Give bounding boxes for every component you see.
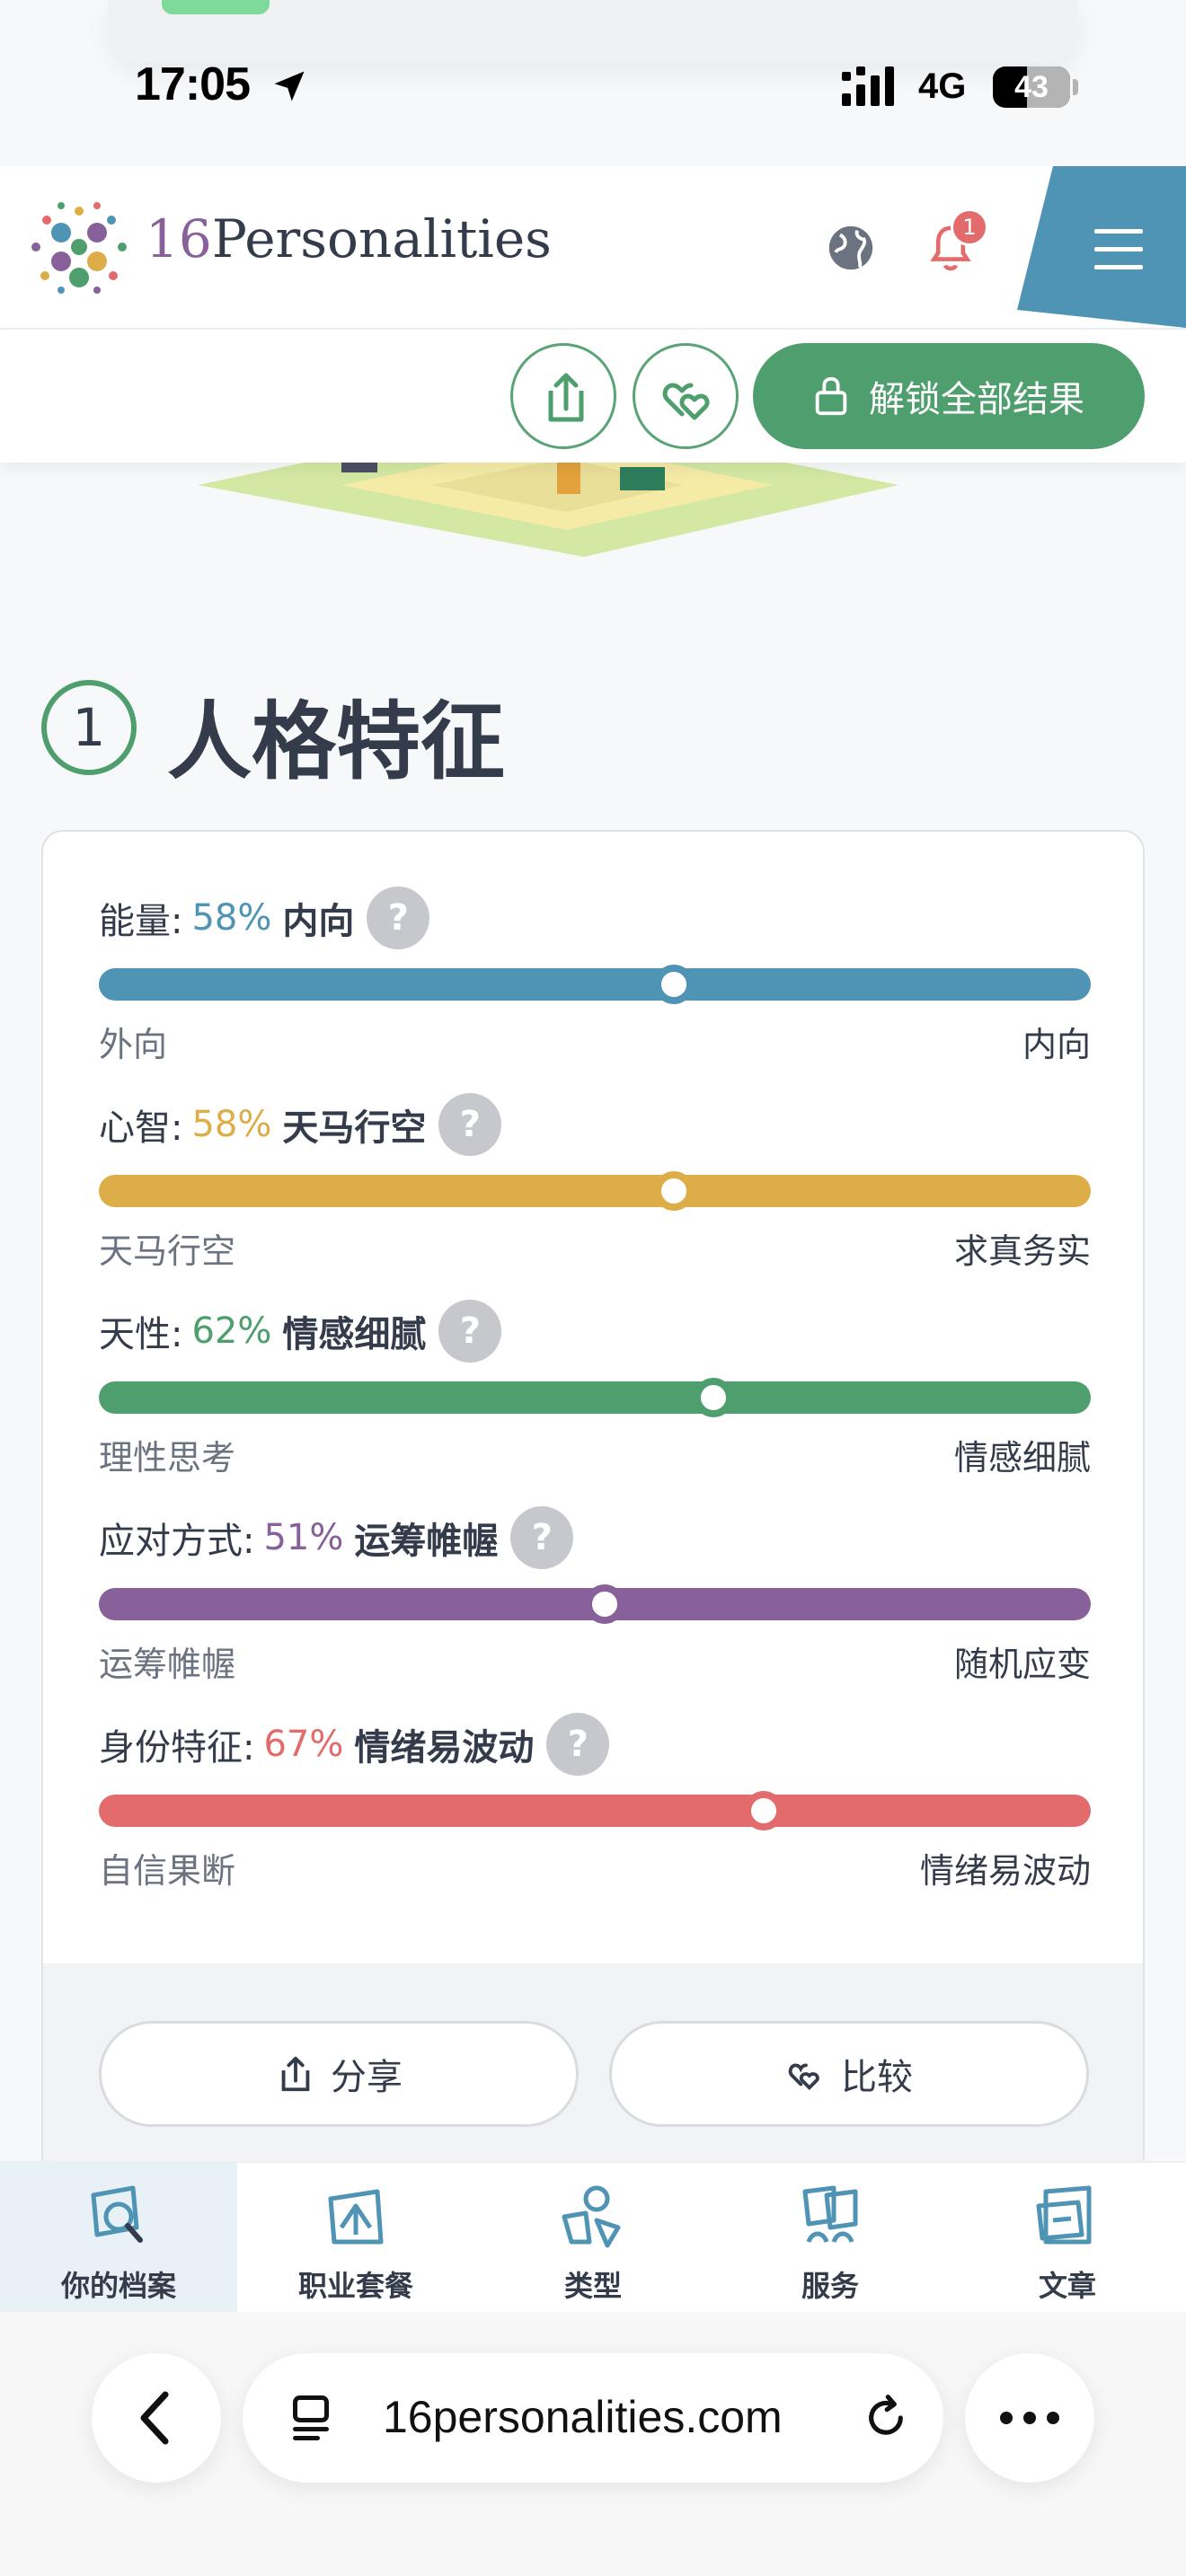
trait-heading: 能量: 58% 内向 ? [99,886,430,950]
tab-overview-icon[interactable] [284,2391,338,2445]
browser-back-button[interactable] [92,2353,221,2483]
trait-knob [654,1171,695,1211]
trait-percent: 58% [191,897,272,939]
section-number: 1 [41,680,137,775]
trait-heading: 应对方式: 51% 运筹帷幄 ? [99,1505,574,1570]
help-icon[interactable]: ? [438,1300,502,1363]
browser-more-button[interactable] [965,2353,1094,2483]
share-button[interactable] [510,343,616,449]
trait-name: 身份特征: [99,1727,255,1769]
trait-right-label: 求真务实 [953,1231,1091,1271]
card-compare-button[interactable]: 比较 [609,2021,1089,2127]
trait-knob [585,1584,625,1624]
trait-side: 天马行空 [282,1107,427,1149]
compare-label: 比较 [841,2057,913,2098]
battery-level: 43 [1014,70,1049,104]
url-text: 16personalities.com [383,2392,783,2442]
site-logo[interactable]: 16Personalities [146,208,552,269]
network-type: 4G [918,66,967,106]
trait-name: 天性: [99,1314,183,1355]
share-label: 分享 [331,2057,403,2098]
signal-icon [842,66,894,106]
trait-knob [743,1791,783,1831]
trait-percent: 67% [263,1724,344,1765]
hearts-icon [662,383,710,420]
status-time: 17:05 [135,58,251,110]
location-arrow-icon [274,71,305,101]
unlock-all-results-button[interactable]: 解锁全部结果 [753,343,1145,449]
more-dots-icon [1000,2412,1059,2424]
trait-heading: 心智: 58% 天马行空 ? [99,1092,502,1157]
trait-right-label: 随机应变 [953,1645,1091,1684]
trait-bar [99,968,1091,1001]
notification-badge: 1 [951,208,988,246]
trait-left-label: 理性思考 [99,1438,236,1478]
services-icon [802,2185,858,2244]
unlock-label: 解锁全部结果 [869,379,1084,420]
trait-heading: 身份特征: 67% 情绪易波动 ? [99,1712,610,1777]
trait-name: 应对方式: [99,1521,255,1562]
trait-name: 能量: [99,901,183,942]
reload-icon[interactable] [861,2393,911,2443]
help-icon[interactable]: ? [438,1093,502,1156]
trait-right-label: 情绪易波动 [919,1851,1091,1891]
logo-mark-icon[interactable] [25,193,133,301]
nav-item-articles[interactable]: 文章 [949,2163,1186,2314]
trait-side: 情感细腻 [282,1314,427,1355]
battery-icon: 43 [993,66,1070,108]
trait-percent: 62% [191,1310,272,1352]
trait-right-label: 情感细腻 [953,1438,1091,1478]
trait-heading: 天性: 62% 情感细腻 ? [99,1299,502,1363]
trait-bar [99,1795,1091,1827]
trait-left-label: 运筹帷幄 [99,1645,236,1684]
card-share-button[interactable]: 分享 [99,2021,579,2127]
trait-percent: 51% [263,1517,344,1558]
status-bar: 17:05 4G 43 [0,0,1186,162]
career-icon [328,2189,384,2245]
nav-item-types[interactable]: 类型 [474,2163,712,2314]
trait-left-label: 天马行空 [99,1231,236,1271]
lock-icon [815,376,847,416]
nav-item-profile[interactable]: 你的档案 [0,2163,237,2314]
chevron-left-icon [140,2391,169,2445]
trait-side: 情绪易波动 [354,1727,535,1769]
compare-button[interactable] [633,343,739,449]
help-icon[interactable]: ? [510,1506,574,1569]
share-icon [281,2056,310,2092]
trait-side: 运筹帷幄 [354,1521,499,1562]
bottom-navigation: 你的档案 职业套餐 类型 服务 文章 [0,2161,1186,2314]
address-bar[interactable]: 16personalities.com [243,2353,943,2483]
nav-item-career[interactable]: 职业套餐 [237,2163,474,2314]
trait-knob [654,965,695,1004]
types-icon [562,2185,621,2248]
globe-icon[interactable] [825,222,877,274]
trait-left-label: 自信果断 [99,1851,236,1891]
traits-card: 能量: 58% 内向 ? 外向 内向 心智: 58% 天马行空 ? 天马行空 求… [41,830,1145,2177]
share-icon [548,373,584,422]
trait-left-label: 外向 [99,1025,168,1064]
nav-item-services[interactable]: 服务 [712,2163,949,2314]
trait-side: 内向 [282,901,355,942]
trait-bar [99,1175,1091,1207]
help-icon[interactable]: ? [367,887,430,949]
help-icon[interactable]: ? [546,1713,610,1776]
section-title: 人格特征 [167,693,506,791]
articles-icon [1036,2185,1092,2245]
hamburger-menu-button[interactable] [1017,166,1186,328]
trait-right-label: 内向 [1022,1025,1091,1064]
hero-illustration [198,449,898,557]
hearts-icon [788,2063,819,2091]
trait-percent: 58% [191,1104,272,1145]
profile-search-icon [91,2185,143,2243]
trait-bar [99,1381,1091,1414]
trait-name: 心智: [99,1107,183,1149]
